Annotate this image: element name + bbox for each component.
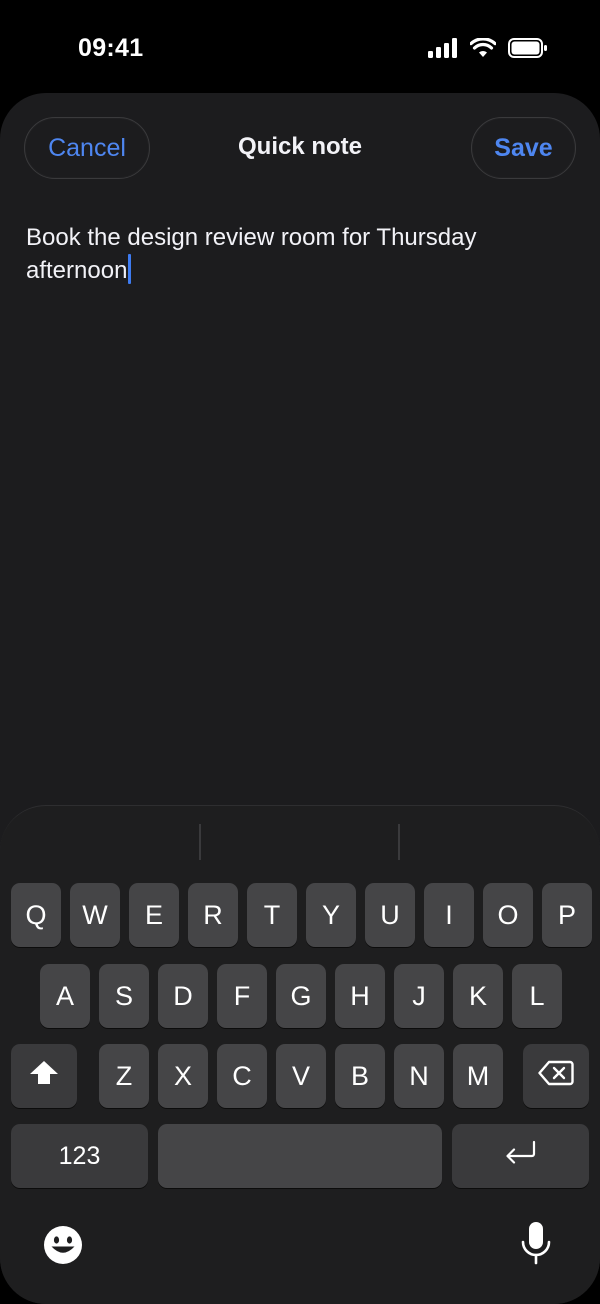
space-key[interactable]	[158, 1124, 442, 1188]
key-label: C	[232, 1060, 252, 1091]
return-icon	[504, 1140, 538, 1173]
microphone-icon[interactable]	[521, 1221, 551, 1272]
shift-key[interactable]	[11, 1044, 77, 1108]
delete-icon	[538, 1060, 574, 1093]
keyboard-row-2: ASDFGHJKL	[0, 964, 600, 1028]
key-k[interactable]: K	[453, 964, 503, 1028]
key-g[interactable]: G	[276, 964, 326, 1028]
key-b[interactable]: B	[335, 1044, 385, 1108]
keyboard: Q W E R T Y U I O P A S D F G H J K L Z X C V B N M 123	[0, 805, 600, 1304]
save-button[interactable]: Save	[471, 117, 576, 179]
key-l[interactable]: L	[512, 964, 562, 1028]
key-z[interactable]: Z	[99, 1044, 149, 1108]
key-label: S	[114, 980, 133, 1011]
key-t[interactable]: T	[247, 883, 297, 947]
text-caret	[128, 254, 132, 284]
key-s[interactable]: S	[99, 964, 149, 1028]
key-label: G	[290, 980, 312, 1011]
status-icons	[428, 37, 548, 63]
key-j[interactable]: J	[394, 964, 444, 1028]
note-text-area[interactable]: Book the design review room for Thursday…	[26, 221, 566, 287]
key-label: N	[409, 1060, 429, 1091]
key-label: X	[173, 1060, 192, 1091]
suggestion-divider	[199, 824, 201, 860]
wifi-icon	[469, 37, 497, 63]
key-e[interactable]: E	[129, 883, 179, 947]
status-time: 09:41	[78, 34, 144, 62]
key-label: I	[445, 899, 453, 930]
key-label: M	[466, 1060, 490, 1091]
key-q[interactable]: Q	[11, 883, 61, 947]
key-o[interactable]: O	[483, 883, 533, 947]
key-label: D	[173, 980, 193, 1011]
key-r[interactable]: R	[188, 883, 238, 947]
key-y[interactable]: Y	[306, 883, 356, 947]
key-label: J	[412, 980, 426, 1011]
delete-key[interactable]	[523, 1044, 589, 1108]
keyboard-row-4: 123	[0, 1124, 600, 1188]
key-label: H	[350, 980, 370, 1011]
key-a[interactable]: A	[40, 964, 90, 1028]
key-h[interactable]: H	[335, 964, 385, 1028]
key-label: W	[82, 899, 108, 930]
numbers-key[interactable]: 123	[11, 1124, 148, 1188]
home-indicator	[200, 1288, 400, 1294]
numbers-key-label: 123	[58, 1141, 101, 1170]
shift-icon	[29, 1060, 59, 1093]
key-label: T	[263, 899, 281, 930]
key-label: O	[497, 899, 519, 930]
return-key[interactable]	[452, 1124, 589, 1188]
key-label: Y	[321, 899, 340, 930]
key-label: A	[55, 980, 74, 1011]
key-w[interactable]: W	[70, 883, 120, 947]
key-label: E	[144, 899, 163, 930]
key-u[interactable]: U	[365, 883, 415, 947]
emoji-icon[interactable]	[43, 1225, 83, 1270]
keyboard-row-3: ZXCVBNM	[0, 1044, 600, 1108]
key-label: Z	[115, 1060, 133, 1091]
status-bar: 09:41	[0, 0, 600, 96]
key-n[interactable]: N	[394, 1044, 444, 1108]
key-label: V	[291, 1060, 310, 1091]
suggestion-divider	[398, 824, 400, 860]
key-d[interactable]: D	[158, 964, 208, 1028]
keyboard-row-1: QWERTYUIOP	[0, 883, 600, 947]
key-p[interactable]: P	[542, 883, 592, 947]
key-m[interactable]: M	[453, 1044, 503, 1108]
note-text: Book the design review room for Thursday…	[26, 224, 477, 284]
key-label: B	[350, 1060, 369, 1091]
key-label: R	[203, 899, 223, 930]
battery-icon	[508, 38, 548, 63]
key-label: L	[529, 980, 545, 1011]
key-label: U	[380, 899, 400, 930]
key-x[interactable]: X	[158, 1044, 208, 1108]
key-c[interactable]: C	[217, 1044, 267, 1108]
key-i[interactable]: I	[424, 883, 474, 947]
key-f[interactable]: F	[217, 964, 267, 1028]
cellular-signal-icon	[428, 38, 458, 63]
key-label: F	[233, 980, 251, 1011]
key-v[interactable]: V	[276, 1044, 326, 1108]
key-label: Q	[25, 899, 47, 930]
key-label: K	[468, 980, 487, 1011]
key-label: P	[557, 899, 576, 930]
